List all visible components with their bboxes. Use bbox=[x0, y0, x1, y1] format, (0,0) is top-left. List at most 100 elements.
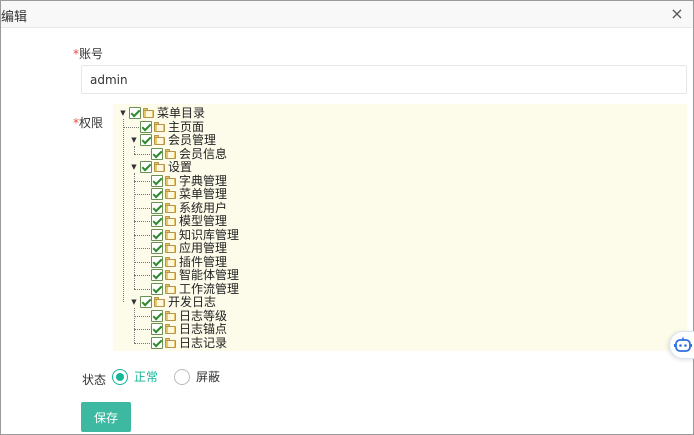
robot-assistant-icon bbox=[674, 337, 692, 352]
dialog-header: 编辑 × bbox=[1, 1, 693, 28]
tree-node-label: 菜单管理 bbox=[179, 187, 228, 201]
triangle-down-icon[interactable]: ▼ bbox=[116, 106, 130, 120]
checkbox-checked-icon[interactable] bbox=[151, 336, 163, 349]
tree-connector-line bbox=[134, 288, 150, 290]
tree-node-label: 日志等级 bbox=[179, 308, 228, 323]
checkbox-checked-icon[interactable] bbox=[129, 107, 141, 119]
dialog-title: 编辑 bbox=[1, 10, 28, 25]
radio-checked-icon bbox=[112, 369, 128, 385]
tree-node[interactable]: 主页面 bbox=[123, 119, 378, 134]
tree-node[interactable]: 智能体管理 bbox=[134, 268, 389, 282]
checkbox-checked-icon[interactable] bbox=[151, 188, 163, 200]
checkbox-checked-icon[interactable] bbox=[151, 255, 163, 268]
tree-node-label: 应用管理 bbox=[179, 241, 228, 255]
folder-icon bbox=[165, 310, 176, 321]
triangle-down-icon[interactable]: ▼ bbox=[127, 295, 141, 309]
checkbox-checked-icon[interactable] bbox=[151, 228, 163, 241]
tree-node[interactable]: 会员信息 bbox=[134, 146, 389, 161]
folder-icon bbox=[165, 229, 176, 240]
tree-connector-line bbox=[134, 194, 150, 195]
folder-icon bbox=[154, 297, 165, 307]
tree-node[interactable]: 菜单管理 bbox=[134, 187, 389, 201]
account-input[interactable] bbox=[81, 65, 687, 94]
tree-guide-line bbox=[134, 146, 135, 154]
tree-node[interactable]: 插件管理 bbox=[134, 254, 389, 269]
tree-node[interactable]: 知识库管理 bbox=[134, 227, 389, 242]
tree-node-label: 开发日志 bbox=[168, 295, 217, 309]
checkbox-checked-icon[interactable] bbox=[151, 309, 163, 322]
checkbox-checked-icon[interactable] bbox=[151, 282, 163, 295]
triangle-down-icon[interactable]: ▼ bbox=[127, 133, 141, 147]
checkbox-checked-icon[interactable] bbox=[140, 161, 152, 173]
checkbox-checked-icon[interactable] bbox=[151, 201, 163, 214]
tree-node-label: 会员管理 bbox=[168, 133, 217, 147]
folder-icon bbox=[143, 108, 154, 118]
tree-guide-line bbox=[134, 308, 135, 343]
folder-icon bbox=[154, 162, 165, 172]
radio-label-normal: 正常 bbox=[134, 370, 159, 384]
tree-node[interactable]: ▼ 会员管理 bbox=[127, 133, 378, 147]
tree-node-label: 日志锚点 bbox=[179, 322, 228, 336]
tree-node-label: 日志记录 bbox=[179, 335, 228, 350]
tree-node[interactable]: 字典管理 bbox=[134, 174, 389, 188]
tree-node-label: 工作流管理 bbox=[179, 281, 240, 296]
tree-node-label: 知识库管理 bbox=[179, 227, 240, 242]
tree-guide-line bbox=[134, 173, 135, 289]
tree-node-label: 插件管理 bbox=[179, 254, 228, 269]
tree-connector-line bbox=[134, 275, 150, 276]
tree-connector-line bbox=[123, 126, 139, 128]
checkbox-checked-icon[interactable] bbox=[151, 242, 163, 254]
checkbox-checked-icon[interactable] bbox=[151, 269, 163, 281]
folder-icon bbox=[165, 324, 176, 334]
checkbox-checked-icon[interactable] bbox=[140, 134, 152, 146]
folder-icon bbox=[165, 283, 176, 294]
permission-label: *权限 bbox=[73, 114, 103, 131]
permission-tree: ▼ 菜单目录 主页面 ▼ 会员管理 会员信息 ▼ 设置 字典管理 菜单管理 系统用户 模型管理 知识库管… bbox=[113, 104, 687, 351]
assistant-float-button[interactable] bbox=[669, 331, 694, 359]
tree-node-label: 主页面 bbox=[168, 119, 205, 134]
permission-label-text: 权限 bbox=[79, 116, 104, 130]
tree-node[interactable]: 应用管理 bbox=[134, 241, 389, 255]
status-label: 状态 bbox=[82, 373, 107, 387]
triangle-down-icon[interactable]: ▼ bbox=[127, 160, 141, 174]
folder-icon bbox=[165, 256, 176, 267]
folder-icon bbox=[165, 243, 176, 253]
folder-icon bbox=[165, 148, 176, 159]
checkbox-checked-icon[interactable] bbox=[151, 174, 163, 187]
tree-node-label: 智能体管理 bbox=[179, 268, 240, 282]
tree-node[interactable]: 模型管理 bbox=[134, 214, 389, 228]
tree-node[interactable]: ▼ 设置 bbox=[127, 160, 378, 174]
checkbox-checked-icon[interactable] bbox=[151, 323, 163, 335]
checkbox-checked-icon[interactable] bbox=[151, 147, 163, 160]
tree-node[interactable]: 工作流管理 bbox=[134, 281, 389, 296]
account-label-text: 账号 bbox=[79, 47, 104, 61]
tree-connector-line bbox=[134, 221, 150, 222]
folder-icon bbox=[165, 175, 176, 186]
tree-node[interactable]: 日志记录 bbox=[134, 335, 389, 350]
tree-connector-line bbox=[134, 153, 150, 155]
tree-node-label: 设置 bbox=[168, 160, 193, 174]
folder-icon bbox=[165, 189, 176, 199]
folder-icon bbox=[165, 337, 176, 348]
checkbox-checked-icon[interactable] bbox=[140, 296, 152, 308]
checkbox-checked-icon[interactable] bbox=[151, 215, 163, 227]
tree-connector-line bbox=[134, 180, 150, 182]
radio-label-block: 屏蔽 bbox=[196, 370, 221, 384]
save-button[interactable]: 保存 bbox=[81, 402, 131, 432]
tree-connector-line bbox=[134, 261, 150, 263]
close-icon[interactable]: × bbox=[667, 4, 687, 24]
tree-connector-line bbox=[134, 315, 150, 317]
folder-icon bbox=[154, 121, 165, 132]
checkbox-checked-icon[interactable] bbox=[140, 120, 152, 133]
tree-node[interactable]: 日志等级 bbox=[134, 308, 389, 323]
tree-node[interactable]: 日志锚点 bbox=[134, 322, 389, 336]
tree-node[interactable]: ▼ 开发日志 bbox=[127, 295, 378, 309]
tree-node[interactable]: 系统用户 bbox=[134, 201, 389, 215]
tree-guide-line bbox=[123, 119, 124, 302]
radio-unchecked-icon bbox=[174, 369, 190, 385]
edit-dialog: 编辑 × *账号 *权限 ▼ 菜单目录主页面 ▼ 会员管理会员信息 ▼ 设置字典管理菜单管… bbox=[0, 0, 694, 435]
tree-connector-line bbox=[134, 329, 150, 330]
tree-connector-line bbox=[134, 234, 150, 236]
tree-node-label: 会员信息 bbox=[179, 146, 228, 161]
tree-node[interactable]: ▼ 菜单目录 bbox=[116, 106, 367, 120]
